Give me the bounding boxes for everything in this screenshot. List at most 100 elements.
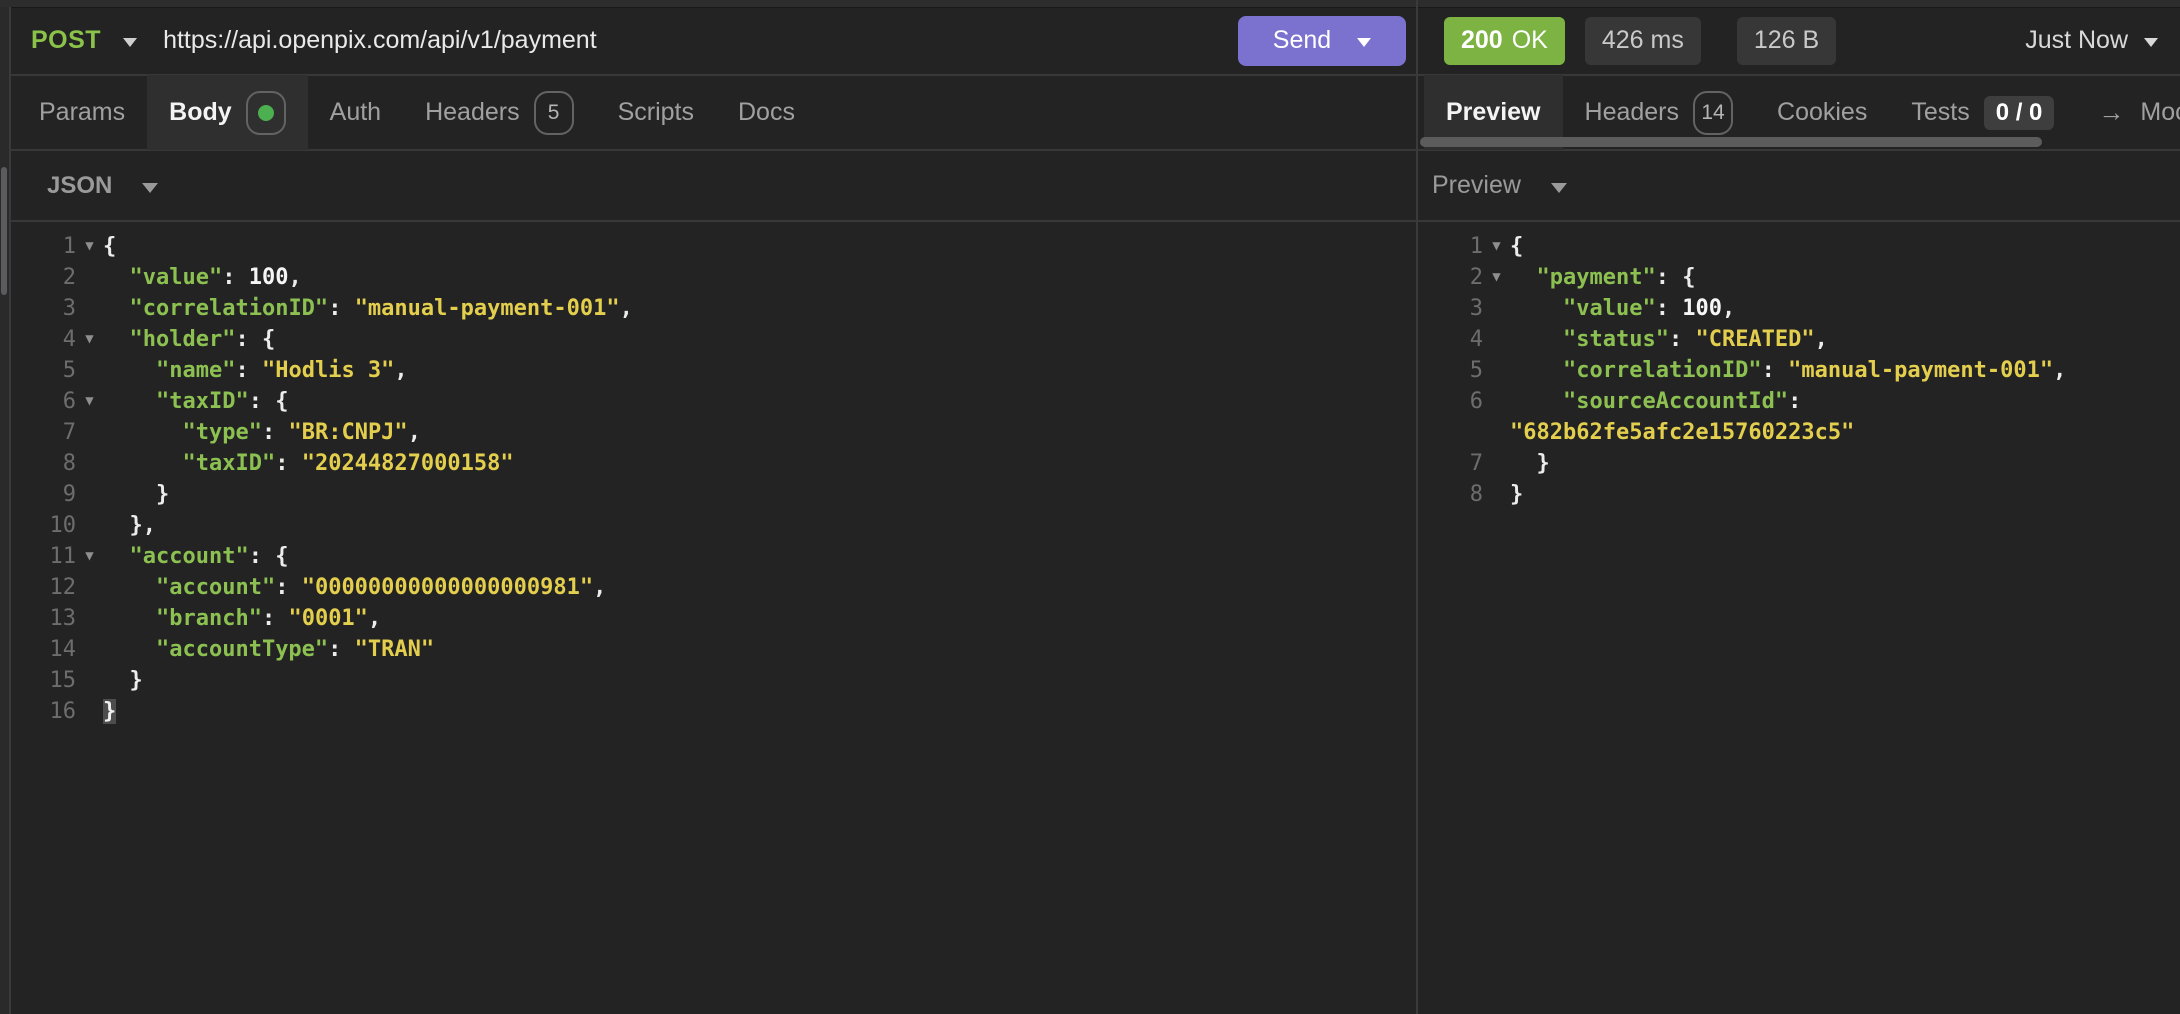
- sidebar-edge: [0, 7, 11, 1014]
- line-content: }: [1510, 479, 1523, 510]
- tab-params[interactable]: Params: [17, 75, 147, 150]
- send-button[interactable]: Send: [1238, 16, 1406, 66]
- line-number: 8: [1418, 479, 1483, 510]
- line-number: 6: [11, 386, 76, 417]
- tab-label: Mock: [2140, 98, 2180, 127]
- fold-caret-icon[interactable]: ▼: [76, 541, 103, 572]
- code-line: 3 "value": 100,: [1418, 293, 2180, 324]
- line-number: 8: [11, 448, 76, 479]
- fold-caret-icon[interactable]: ▼: [1483, 231, 1510, 262]
- response-history-label: Just Now: [2025, 26, 2128, 55]
- tab-headers[interactable]: Headers5: [403, 75, 596, 150]
- line-content: "taxID": {: [103, 386, 288, 417]
- code-line: 13 "branch": "0001",: [11, 603, 1416, 634]
- code-line: 8 "taxID": "20244827000158": [11, 448, 1416, 479]
- sidebar-scrollbar[interactable]: [1, 167, 7, 295]
- response-body-viewer[interactable]: 1▼{2▼ "payment": {3 "value": 100,4 "stat…: [1418, 222, 2180, 510]
- line-number: 4: [11, 324, 76, 355]
- api-client-window: POST https://api.openpix.com/api/v1/paym…: [0, 0, 2180, 1014]
- tabs-horizontal-scrollbar[interactable]: [1420, 137, 2042, 147]
- response-status-bar: 200OK 426 ms 126 B Just Now: [1418, 7, 2180, 76]
- line-content: "status": "CREATED",: [1510, 324, 1828, 355]
- line-number: 14: [11, 634, 76, 665]
- line-content: "account": {: [103, 541, 288, 572]
- code-line: 11▼ "account": {: [11, 541, 1416, 572]
- line-content: }: [103, 479, 169, 510]
- response-history-dropdown[interactable]: Just Now: [2025, 26, 2158, 55]
- fold-gutter: [76, 293, 103, 324]
- tab-mock[interactable]: →Mock: [2076, 75, 2180, 150]
- line-number: 1: [11, 231, 76, 262]
- tab-body[interactable]: Body: [147, 75, 308, 150]
- fold-gutter: [76, 262, 103, 293]
- code-line: 3 "correlationID": "manual-payment-001",: [11, 293, 1416, 324]
- code-line: 5 "correlationID": "manual-payment-001",: [1418, 355, 2180, 386]
- line-content: "type": "BR:CNPJ",: [103, 417, 421, 448]
- code-line: 5 "name": "Hodlis 3",: [11, 355, 1416, 386]
- code-line: 15 }: [11, 665, 1416, 696]
- fold-caret-icon[interactable]: ▼: [76, 231, 103, 262]
- tab-auth[interactable]: Auth: [308, 75, 403, 150]
- line-content: "payment": {: [1510, 262, 1695, 293]
- body-type-label: JSON: [47, 172, 112, 200]
- code-line: 16}: [11, 696, 1416, 727]
- method-dropdown-caret-icon[interactable]: [123, 38, 137, 47]
- fold-gutter: [1483, 386, 1510, 417]
- fold-gutter: [1483, 324, 1510, 355]
- code-line: 1▼{: [1418, 231, 2180, 262]
- line-number: 16: [11, 696, 76, 727]
- line-content: "value": 100,: [1510, 293, 1735, 324]
- line-number: 7: [11, 417, 76, 448]
- tab-label: Docs: [738, 98, 795, 127]
- body-type-caret-icon: [142, 183, 158, 193]
- code-line: 2 "value": 100,: [11, 262, 1416, 293]
- line-content: }: [103, 696, 116, 727]
- tests-count-badge: 0 / 0: [1984, 96, 2055, 130]
- body-type-dropdown[interactable]: JSON: [47, 172, 158, 200]
- code-line: 7 "type": "BR:CNPJ",: [11, 417, 1416, 448]
- fold-caret-icon[interactable]: ▼: [76, 324, 103, 355]
- code-line: 12 "account": "00000000000000000981",: [11, 572, 1416, 603]
- line-content: {: [103, 231, 116, 262]
- line-content: {: [1510, 231, 1523, 262]
- code-line: 6 "sourceAccountId":: [1418, 386, 2180, 417]
- status-code: 200: [1461, 26, 1503, 55]
- code-line: 7 }: [1418, 448, 2180, 479]
- response-size-badge: 126 B: [1737, 17, 1836, 65]
- fold-caret-icon[interactable]: ▼: [76, 386, 103, 417]
- fold-gutter: [76, 510, 103, 541]
- line-number: 5: [1418, 355, 1483, 386]
- code-line: 14 "accountType": "TRAN": [11, 634, 1416, 665]
- line-content: "value": 100,: [103, 262, 302, 293]
- fold-gutter: [1483, 293, 1510, 324]
- url-bar: POST https://api.openpix.com/api/v1/paym…: [11, 7, 1416, 76]
- line-number: 2: [11, 262, 76, 293]
- preview-mode-dropdown[interactable]: Preview: [1432, 171, 1567, 200]
- fold-gutter: [76, 479, 103, 510]
- code-line: 4 "status": "CREATED",: [1418, 324, 2180, 355]
- code-line: "682b62fe5afc2e15760223c5": [1418, 417, 2180, 448]
- tab-scripts[interactable]: Scripts: [596, 75, 716, 150]
- green-dot-icon: [258, 105, 274, 121]
- url-input[interactable]: https://api.openpix.com/api/v1/payment: [163, 26, 597, 55]
- fold-gutter: [76, 417, 103, 448]
- line-number: 6: [1418, 386, 1483, 417]
- line-number: 3: [1418, 293, 1483, 324]
- request-tabs: ParamsBodyAuthHeaders5Scripts Docs: [11, 76, 1416, 151]
- tab-docs[interactable]: Docs: [716, 75, 817, 150]
- preview-mode-caret-icon: [1551, 183, 1567, 193]
- send-dropdown-caret-icon[interactable]: [1357, 38, 1371, 47]
- tab-label: Cookies: [1777, 98, 1867, 127]
- history-caret-icon: [2144, 38, 2158, 47]
- tab-label: Preview: [1446, 98, 1541, 127]
- count-badge: 5: [534, 91, 574, 135]
- fold-gutter: [76, 355, 103, 386]
- fold-gutter: [76, 665, 103, 696]
- fold-caret-icon[interactable]: ▼: [1483, 262, 1510, 293]
- line-content: "account": "00000000000000000981",: [103, 572, 606, 603]
- line-number: 12: [11, 572, 76, 603]
- fold-gutter: [76, 634, 103, 665]
- method-label[interactable]: POST: [31, 26, 101, 55]
- request-body-editor[interactable]: 1▼{2 "value": 100,3 "correlationID": "ma…: [11, 222, 1416, 727]
- code-line: 8}: [1418, 479, 2180, 510]
